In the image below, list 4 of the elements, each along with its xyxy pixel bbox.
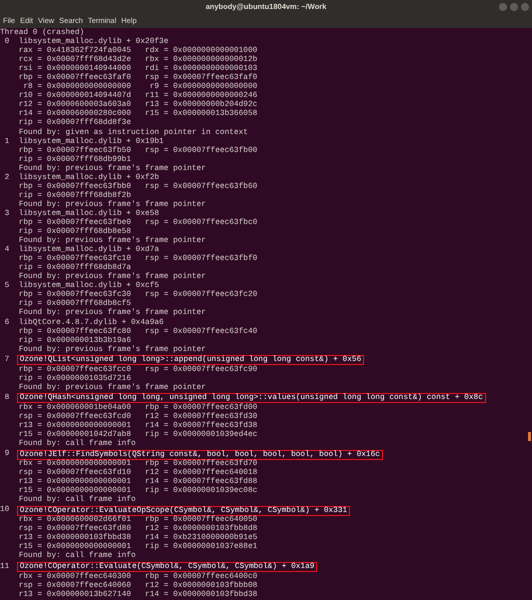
maximize-button[interactable] bbox=[510, 3, 518, 11]
scrollbar-thumb[interactable] bbox=[528, 432, 531, 441]
close-button[interactable] bbox=[521, 3, 529, 11]
minimize-button[interactable] bbox=[499, 3, 507, 11]
